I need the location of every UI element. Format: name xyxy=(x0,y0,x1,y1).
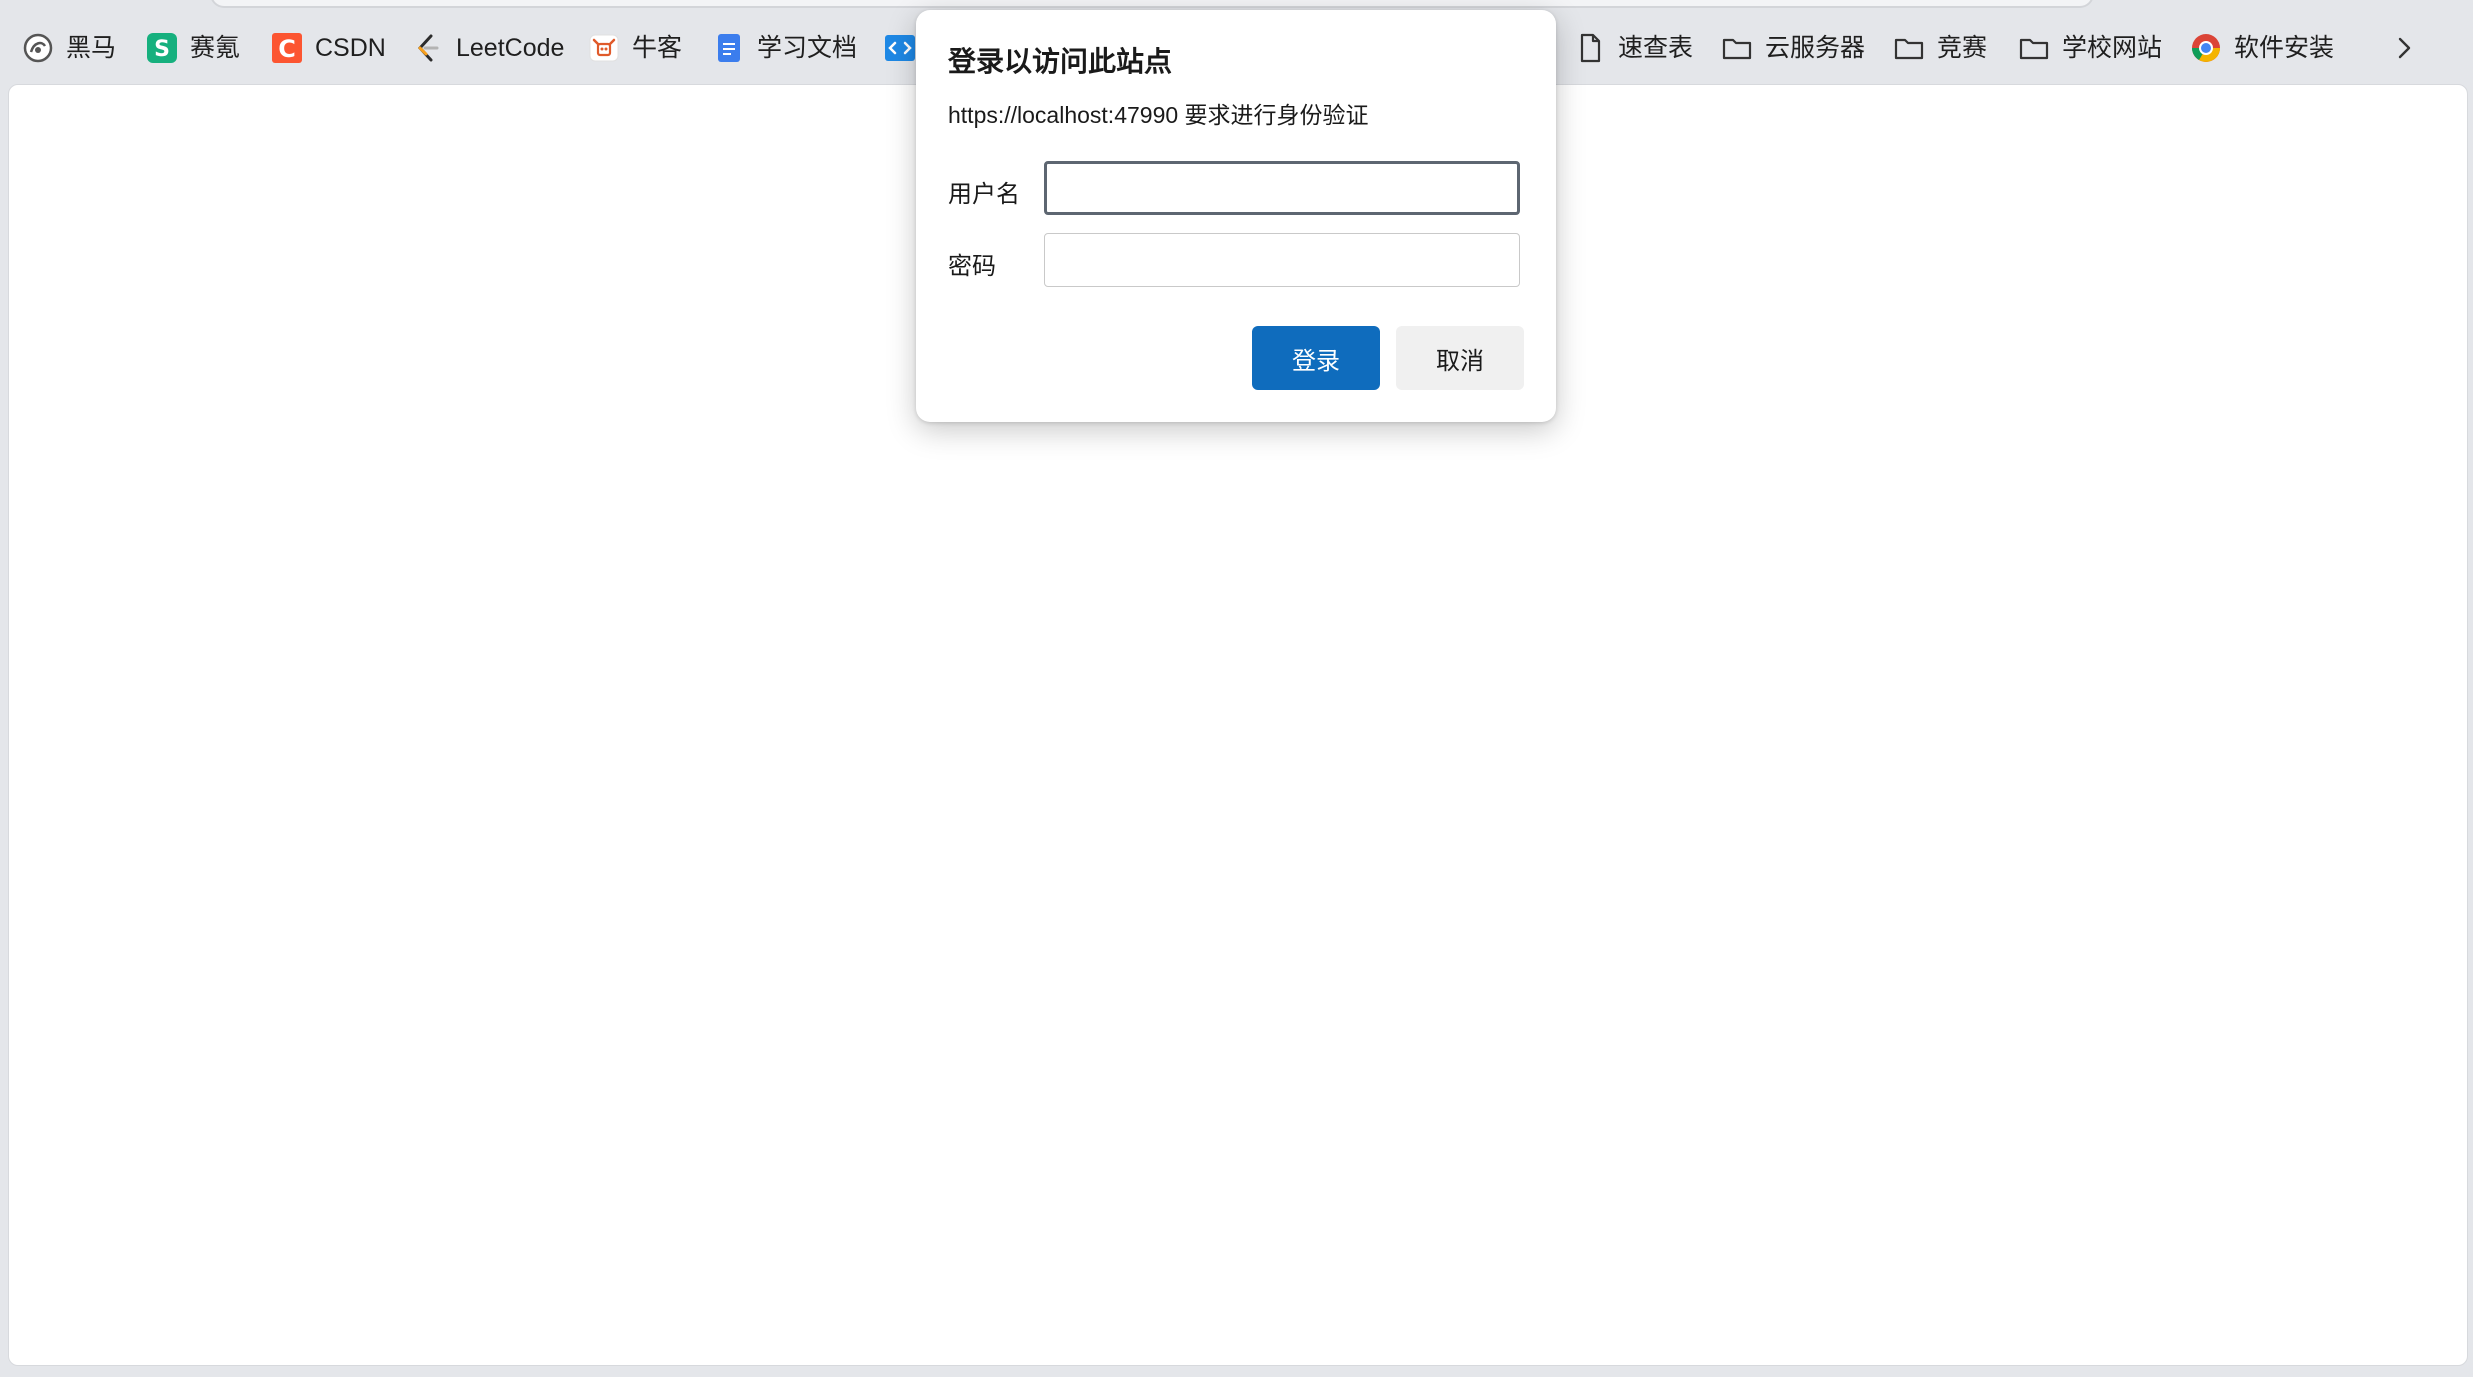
bookmark-label: LeetCode xyxy=(456,34,565,62)
saike-logo-icon: S xyxy=(146,32,178,64)
svg-text:C: C xyxy=(278,35,296,63)
username-label: 用户名 xyxy=(948,181,1020,208)
leetcode-logo-icon xyxy=(412,32,444,64)
file-icon xyxy=(1574,32,1606,64)
bookmark-contest[interactable]: 竞赛 xyxy=(1893,26,1987,70)
heima-logo-icon xyxy=(22,32,54,64)
folder-icon xyxy=(2018,32,2050,64)
auth-dialog: 登录以访问此站点 https://localhost:47990 要求进行身份验… xyxy=(916,10,1556,422)
dialog-subtitle: https://localhost:47990 要求进行身份验证 xyxy=(948,102,1369,128)
bookmark-label: 赛氪 xyxy=(190,34,241,62)
cancel-button[interactable]: 取消 xyxy=(1396,326,1524,390)
bookmark-nowcoder[interactable]: 牛客 xyxy=(588,26,682,70)
password-label: 密码 xyxy=(948,253,996,280)
nowcoder-logo-icon xyxy=(588,32,620,64)
document-icon xyxy=(713,32,745,64)
folder-icon xyxy=(1893,32,1925,64)
folder-icon xyxy=(1721,32,1753,64)
chrome-logo-icon xyxy=(2190,32,2222,64)
bookmark-cheatsheet[interactable]: 速查表 xyxy=(1574,26,1693,70)
csdn-logo-icon: C xyxy=(271,32,303,64)
bookmark-label: 牛客 xyxy=(632,34,683,62)
bookmark-study-docs[interactable]: 学习文档 xyxy=(713,26,857,70)
bookmark-school-site[interactable]: 学校网站 xyxy=(2018,26,2162,70)
chevron-right-icon xyxy=(2388,32,2420,64)
bookmarks-overflow-button[interactable] xyxy=(2388,26,2432,70)
password-input[interactable] xyxy=(1044,233,1520,287)
bookmark-heima[interactable]: 黑马 xyxy=(22,26,116,70)
bookmark-label: CSDN xyxy=(315,34,386,62)
bookmark-saike[interactable]: S 赛氪 xyxy=(146,26,240,70)
svg-text:S: S xyxy=(154,37,170,62)
bookmark-label: 黑马 xyxy=(66,34,117,62)
bookmark-label: 学校网站 xyxy=(2062,34,2163,62)
code-icon xyxy=(884,32,916,64)
tab-strip-edge xyxy=(210,0,2094,8)
bookmark-cloud-server[interactable]: 云服务器 xyxy=(1721,26,1865,70)
dialog-title: 登录以访问此站点 xyxy=(948,46,1173,77)
bookmark-software-install[interactable]: 软件安装 xyxy=(2190,26,2334,70)
bookmark-leetcode[interactable]: LeetCode xyxy=(412,26,564,70)
bookmark-label: 软件安装 xyxy=(2234,34,2335,62)
username-input[interactable] xyxy=(1044,161,1520,215)
bookmark-label: 学习文档 xyxy=(757,34,858,62)
bookmark-csdn[interactable]: C CSDN xyxy=(271,26,386,70)
bookmark-label: 速查表 xyxy=(1618,34,1694,62)
bookmark-label: 云服务器 xyxy=(1765,34,1866,62)
login-button[interactable]: 登录 xyxy=(1252,326,1380,390)
bookmark-label: 竞赛 xyxy=(1937,34,1988,62)
